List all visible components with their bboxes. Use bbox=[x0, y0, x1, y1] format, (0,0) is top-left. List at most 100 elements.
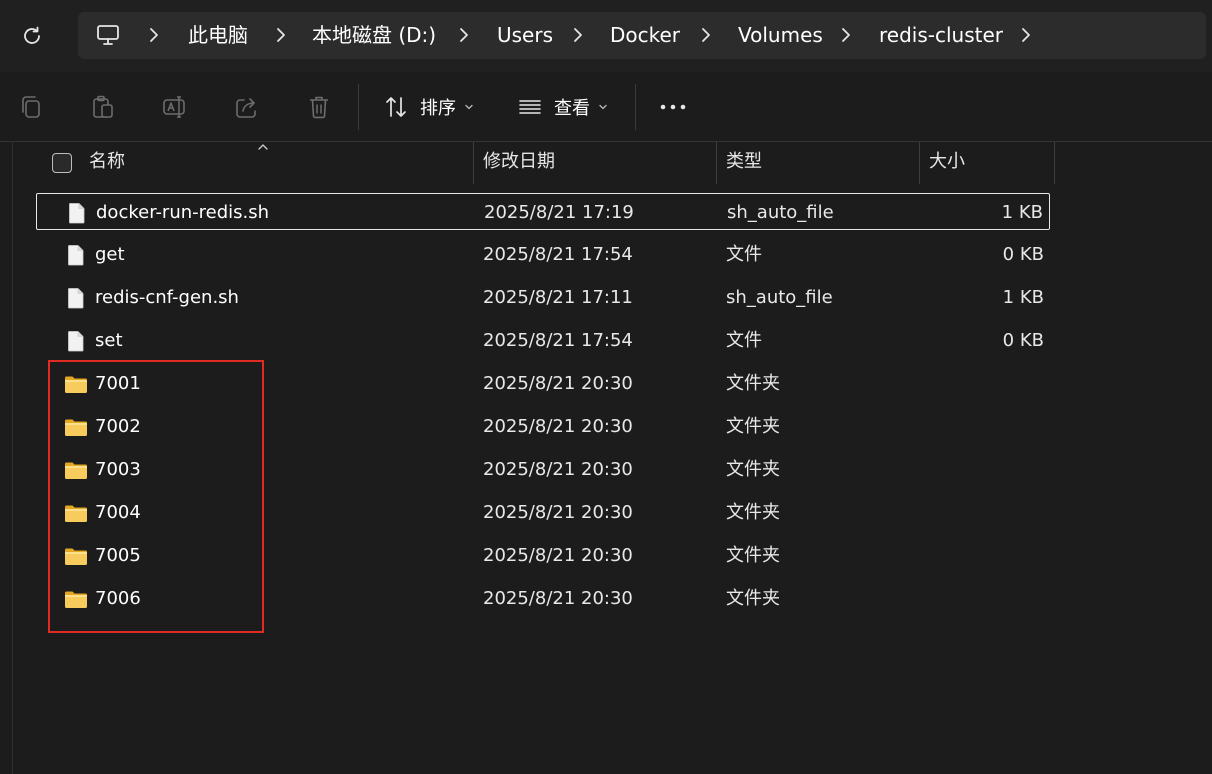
column-header-type[interactable]: 类型 bbox=[726, 142, 762, 184]
item-type: 文件夹 bbox=[726, 416, 780, 437]
file-icon bbox=[68, 331, 84, 352]
file-row[interactable]: redis-cnf-gen.sh 2025/8/21 17:11 sh_auto_f… bbox=[36, 279, 1050, 316]
breadcrumb[interactable]: 此电脑 本地磁盘 (D:) Users Docker Volumes redis… bbox=[78, 12, 1206, 59]
chevron-down-icon bbox=[599, 104, 607, 110]
more-icon[interactable] bbox=[660, 102, 686, 112]
item-modified-date: 2025/8/21 17:11 bbox=[483, 287, 633, 308]
item-type: 文件夹 bbox=[726, 545, 780, 566]
share-icon[interactable] bbox=[234, 94, 260, 120]
item-name: 7006 bbox=[95, 588, 141, 609]
chevron-right-icon[interactable] bbox=[456, 26, 472, 44]
folder-row[interactable]: 7006 2025/8/21 20:30 文件夹 bbox=[36, 580, 1050, 617]
file-icon bbox=[66, 287, 86, 309]
file-row[interactable]: set 2025/8/21 17:54 文件 0 KB bbox=[36, 322, 1050, 359]
item-type: 文件 bbox=[726, 330, 762, 351]
sort-icon bbox=[386, 97, 406, 117]
pane-border bbox=[12, 142, 13, 774]
file-icon bbox=[66, 244, 86, 266]
column-header-row: 名称 修改日期 类型 大小 bbox=[36, 142, 1056, 184]
item-type: 文件夹 bbox=[726, 502, 780, 523]
sort-label: 排序 bbox=[420, 98, 456, 119]
view-icon bbox=[519, 100, 541, 114]
breadcrumb-item-users[interactable]: Users bbox=[497, 12, 553, 59]
column-divider[interactable] bbox=[919, 142, 920, 184]
view-label: 查看 bbox=[554, 98, 590, 119]
file-row[interactable]: get 2025/8/21 17:54 文件 0 KB bbox=[36, 236, 1050, 273]
command-bar: 排序 查看 bbox=[0, 72, 1212, 142]
item-name: 7002 bbox=[95, 416, 141, 437]
item-modified-date: 2025/8/21 17:54 bbox=[483, 330, 633, 351]
toolbar-divider bbox=[635, 84, 636, 130]
item-type: sh_auto_file bbox=[727, 202, 834, 223]
file-icon bbox=[66, 330, 86, 352]
folder-icon bbox=[64, 589, 88, 611]
refresh-icon bbox=[24, 26, 40, 44]
item-type: 文件夹 bbox=[726, 588, 780, 609]
column-divider[interactable] bbox=[1054, 142, 1055, 184]
item-size: 1 KB bbox=[1001, 202, 1043, 223]
refresh-button[interactable] bbox=[14, 18, 50, 54]
delete-icon[interactable] bbox=[306, 94, 332, 120]
column-header-name[interactable]: 名称 bbox=[89, 142, 125, 184]
folder-icon bbox=[64, 503, 88, 525]
item-size: 0 KB bbox=[1002, 330, 1044, 351]
file-row[interactable]: docker-run-redis.sh 2025/8/21 17:19 sh_aut… bbox=[36, 193, 1050, 230]
chevron-right-icon[interactable] bbox=[1018, 26, 1034, 44]
folder-icon bbox=[65, 462, 87, 479]
breadcrumb-item-redis-cluster[interactable]: redis-cluster bbox=[879, 12, 1003, 59]
folder-icon bbox=[65, 591, 87, 608]
folder-row[interactable]: 7001 2025/8/21 20:30 文件夹 bbox=[36, 365, 1050, 402]
item-type: sh_auto_file bbox=[726, 287, 833, 308]
item-name: get bbox=[95, 244, 125, 265]
folder-row[interactable]: 7002 2025/8/21 20:30 文件夹 bbox=[36, 408, 1050, 445]
column-header-size[interactable]: 大小 bbox=[929, 142, 965, 184]
item-name: 7004 bbox=[95, 502, 141, 523]
address-bar: 此电脑 本地磁盘 (D:) Users Docker Volumes redis… bbox=[0, 0, 1212, 72]
sort-button[interactable]: 排序 bbox=[384, 89, 474, 125]
item-name: redis-cnf-gen.sh bbox=[95, 287, 239, 308]
item-name: 7003 bbox=[95, 459, 141, 480]
column-divider[interactable] bbox=[473, 142, 474, 184]
item-modified-date: 2025/8/21 17:54 bbox=[483, 244, 633, 265]
chevron-right-icon[interactable] bbox=[570, 26, 586, 44]
toolbar-divider bbox=[358, 84, 359, 130]
folder-icon bbox=[65, 505, 87, 522]
computer-icon[interactable] bbox=[96, 23, 120, 47]
item-type: 文件夹 bbox=[726, 373, 780, 394]
chevron-right-icon[interactable] bbox=[838, 26, 854, 44]
breadcrumb-item-volumes[interactable]: Volumes bbox=[738, 12, 823, 59]
item-modified-date: 2025/8/21 20:30 bbox=[483, 588, 633, 609]
folder-row[interactable]: 7003 2025/8/21 20:30 文件夹 bbox=[36, 451, 1050, 488]
chevron-right-icon[interactable] bbox=[698, 26, 714, 44]
select-all-checkbox[interactable] bbox=[52, 153, 72, 173]
breadcrumb-item-local-disk[interactable]: 本地磁盘 (D:) bbox=[312, 12, 436, 59]
item-type: 文件 bbox=[726, 244, 762, 265]
item-name: 7005 bbox=[95, 545, 141, 566]
item-type: 文件夹 bbox=[726, 459, 780, 480]
item-size: 0 KB bbox=[1002, 244, 1044, 265]
folder-icon bbox=[64, 374, 88, 396]
folder-row[interactable]: 7005 2025/8/21 20:30 文件夹 bbox=[36, 537, 1050, 574]
chevron-right-icon[interactable] bbox=[273, 26, 289, 44]
item-name: 7001 bbox=[95, 373, 141, 394]
folder-row[interactable]: 7004 2025/8/21 20:30 文件夹 bbox=[36, 494, 1050, 531]
item-modified-date: 2025/8/21 20:30 bbox=[483, 545, 633, 566]
item-modified-date: 2025/8/21 20:30 bbox=[483, 373, 633, 394]
item-name: set bbox=[95, 330, 123, 351]
breadcrumb-item-docker[interactable]: Docker bbox=[610, 12, 680, 59]
view-button[interactable]: 查看 bbox=[518, 89, 608, 125]
item-modified-date: 2025/8/21 20:30 bbox=[483, 502, 633, 523]
column-header-modified[interactable]: 修改日期 bbox=[483, 142, 555, 184]
breadcrumb-item-this-pc[interactable]: 此电脑 bbox=[188, 12, 248, 59]
copy-icon[interactable] bbox=[18, 94, 44, 120]
file-icon bbox=[67, 202, 87, 224]
rename-icon[interactable] bbox=[162, 94, 188, 120]
column-divider[interactable] bbox=[716, 142, 717, 184]
folder-icon bbox=[64, 546, 88, 568]
sort-ascending-icon bbox=[258, 144, 268, 150]
folder-icon bbox=[65, 548, 87, 565]
paste-icon[interactable] bbox=[90, 94, 116, 120]
item-modified-date: 2025/8/21 17:19 bbox=[484, 202, 634, 223]
chevron-right-icon[interactable] bbox=[146, 26, 162, 44]
folder-icon bbox=[65, 419, 87, 436]
